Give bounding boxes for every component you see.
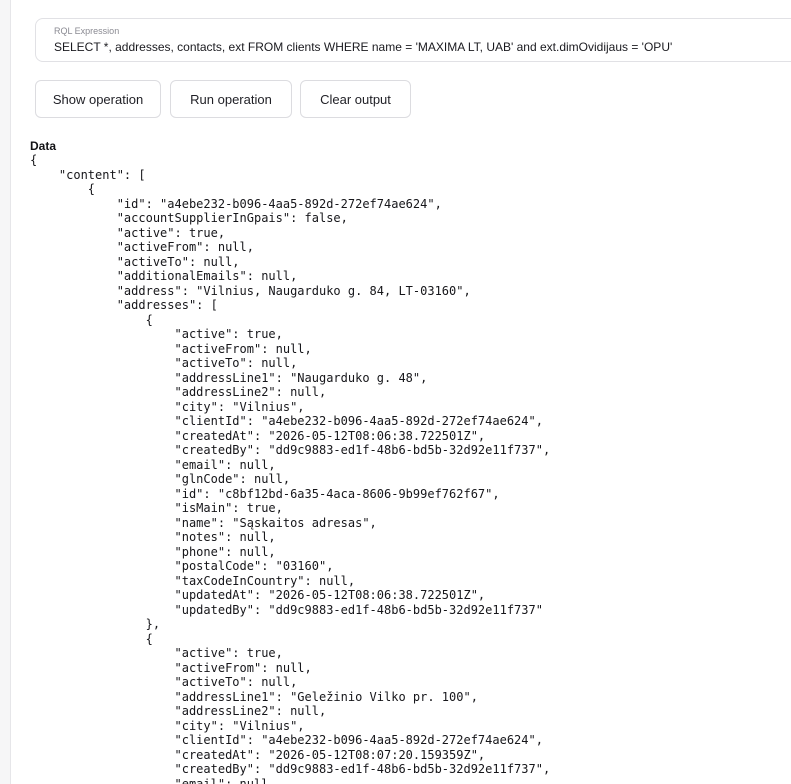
json-output: { "content": [ { "id": "a4ebe232-b096-4a… xyxy=(30,153,551,784)
clear-output-button[interactable]: Clear output xyxy=(300,80,411,118)
rql-expression-field[interactable]: RQL Expression SELECT *, addresses, cont… xyxy=(35,18,791,62)
rql-expression-value[interactable]: SELECT *, addresses, contacts, ext FROM … xyxy=(54,40,672,54)
data-heading: Data xyxy=(30,139,57,153)
rql-expression-label: RQL Expression xyxy=(54,26,120,36)
show-operation-button[interactable]: Show operation xyxy=(35,80,161,118)
run-operation-button[interactable]: Run operation xyxy=(170,80,292,118)
rql-console-page: RQL Expression SELECT *, addresses, cont… xyxy=(0,0,791,784)
